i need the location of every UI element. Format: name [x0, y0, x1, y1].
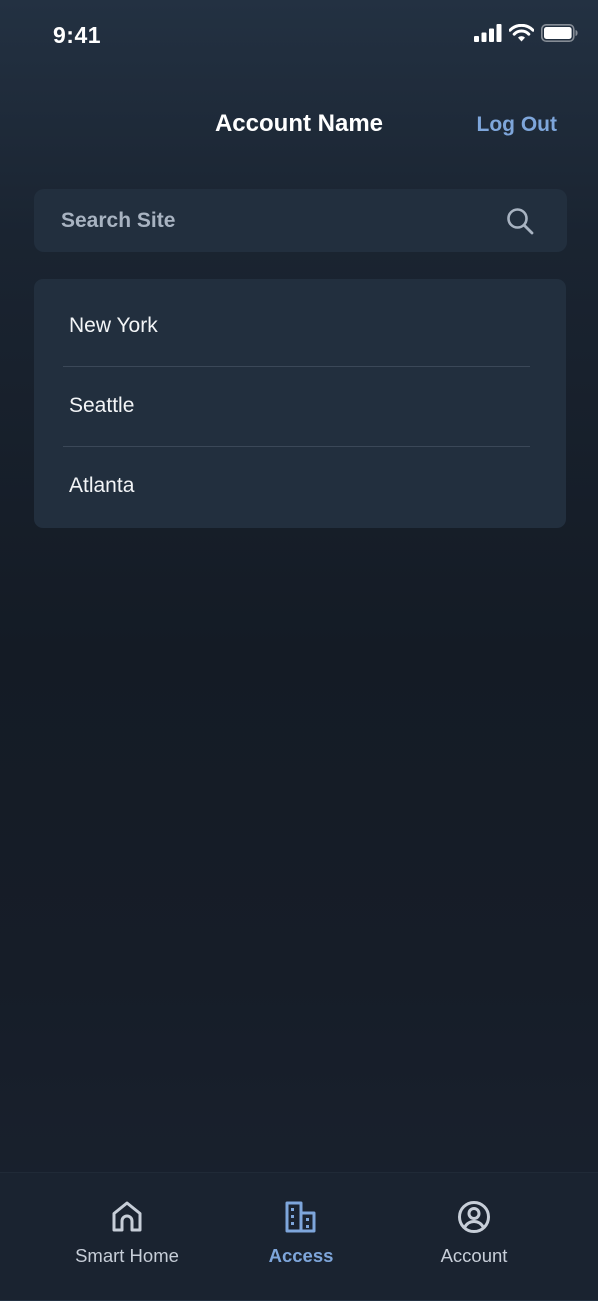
site-label: Seattle: [69, 394, 135, 417]
tab-label: Smart Home: [75, 1245, 179, 1266]
site-item-seattle[interactable]: Seattle: [34, 366, 566, 446]
site-item-new-york[interactable]: New York: [34, 286, 566, 366]
site-item-atlanta[interactable]: Atlanta: [34, 446, 566, 526]
search-icon[interactable]: [506, 207, 534, 235]
battery-icon: [541, 24, 578, 42]
account-circle-icon: [458, 1201, 490, 1233]
tab-access[interactable]: Access: [201, 1173, 401, 1301]
tab-account[interactable]: Account: [374, 1173, 574, 1301]
header: Account Name Log Out: [0, 100, 598, 156]
search-box[interactable]: [34, 189, 567, 252]
cellular-signal-icon: [474, 24, 502, 42]
status-icons: [474, 24, 578, 42]
tab-label: Access: [268, 1245, 334, 1266]
wifi-icon: [509, 24, 534, 42]
home-icon: [112, 1201, 142, 1232]
site-label: New York: [69, 314, 158, 337]
status-bar: 9:41: [0, 0, 598, 74]
tab-label: Account: [440, 1245, 508, 1266]
tab-smart-home[interactable]: Smart Home: [27, 1173, 227, 1301]
site-label: Atlanta: [69, 474, 135, 497]
building-icon: [285, 1201, 316, 1233]
status-time: 9:41: [53, 22, 102, 48]
logout-button[interactable]: Log Out: [477, 113, 557, 137]
search-input[interactable]: [61, 189, 491, 252]
tab-bar: Smart Home Access Account: [0, 1172, 598, 1300]
site-list: New York Seattle Atlanta: [34, 279, 566, 528]
